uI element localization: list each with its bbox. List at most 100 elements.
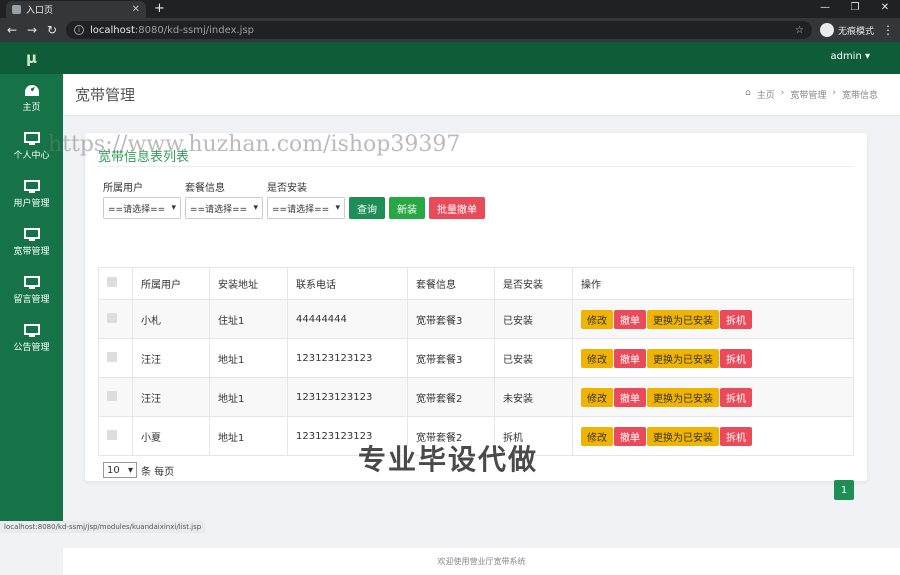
sidebar: μ 主页 个人中心 用户管理 宽带管理 留言管理 公告管理	[0, 42, 63, 533]
breadcrumb-broadband[interactable]: 宽带管理	[790, 88, 826, 101]
cancel-order-button[interactable]: 撤单	[614, 349, 646, 368]
window-controls: — ❐ ✕	[810, 0, 900, 16]
chevron-down-icon: ▾	[128, 465, 133, 476]
monitor-icon	[24, 276, 40, 289]
browser-tab[interactable]: 入口页 ✕	[6, 1, 146, 18]
data-table: 所属用户 安装地址 联系电话 套餐信息 是否安装 操作 小札 住址1 44444…	[98, 267, 854, 456]
restore-icon[interactable]: ❐	[840, 0, 870, 16]
edit-button[interactable]: 修改	[581, 427, 613, 446]
cell-plan: 宽带套餐2	[408, 378, 495, 417]
info-icon[interactable]: i	[74, 25, 84, 35]
page-1-button[interactable]: 1	[834, 480, 854, 500]
set-installed-button[interactable]: 更换为已安装	[647, 427, 719, 446]
page-size-select[interactable]: 10▾	[103, 462, 137, 478]
sidebar-item-home[interactable]: 主页	[0, 74, 63, 122]
favicon-icon	[12, 5, 21, 14]
cell-plan: 宽带套餐3	[408, 300, 495, 339]
row-checkbox[interactable]	[107, 313, 117, 323]
cell-phone: 123123123123	[288, 339, 408, 378]
row-checkbox[interactable]	[107, 430, 117, 440]
footer: 欢迎使用营业厅宽带系统	[63, 548, 900, 575]
sidebar-item-notices[interactable]: 公告管理	[0, 314, 63, 362]
cancel-order-button[interactable]: 撤单	[614, 388, 646, 407]
sidebar-item-users[interactable]: 用户管理	[0, 170, 63, 218]
col-plan: 套餐信息	[408, 268, 495, 300]
cell-address: 地址1	[210, 339, 288, 378]
select-all-checkbox[interactable]	[107, 277, 117, 287]
list-card: 宽带信息表列表 所属用户 ==请选择==▾ 套餐信息 ==请选择==▾ 是否安装…	[85, 133, 867, 481]
filter-select-installed[interactable]: ==请选择==▾	[267, 197, 345, 219]
table-row: 汪汪 地址1 123123123123 宽带套餐3 已安装 修改 撤单 更换为已…	[99, 339, 854, 378]
set-installed-button[interactable]: 更换为已安装	[647, 310, 719, 329]
new-tab-icon[interactable]: +	[154, 1, 165, 16]
bookmark-star-icon[interactable]: ☆	[795, 25, 804, 36]
edit-button[interactable]: 修改	[581, 310, 613, 329]
topbar: admin ▾	[63, 42, 900, 74]
sidebar-item-messages[interactable]: 留言管理	[0, 266, 63, 314]
page-size-label: 条 每页	[141, 463, 174, 478]
set-installed-button[interactable]: 更换为已安装	[647, 388, 719, 407]
cancel-order-button[interactable]: 撤单	[614, 427, 646, 446]
cell-user: 小札	[133, 300, 210, 339]
address-bar: ← → ↻ i localhost:8080/kd-ssmj/index.jsp…	[0, 18, 900, 42]
remove-button[interactable]: 拆机	[720, 388, 752, 407]
reload-icon[interactable]: ↻	[46, 23, 58, 37]
close-tab-icon[interactable]: ✕	[132, 4, 140, 15]
url-input[interactable]: i localhost:8080/kd-ssmj/index.jsp ☆	[66, 21, 812, 39]
divider	[98, 166, 854, 167]
incognito-indicator[interactable]: 无痕模式	[820, 23, 874, 37]
table-row: 汪汪 地址1 123123123123 宽带套餐2 未安装 修改 撤单 更换为已…	[99, 378, 854, 417]
remove-button[interactable]: 拆机	[720, 310, 752, 329]
col-status: 是否安装	[495, 268, 573, 300]
chevron-down-icon: ▾	[253, 203, 258, 213]
search-button[interactable]: 查询	[349, 197, 385, 219]
incognito-icon	[820, 23, 834, 37]
cancel-order-button[interactable]: 撤单	[614, 310, 646, 329]
cell-status: 已安装	[495, 339, 573, 378]
page-header: 宽带管理 ⌂ 主页 › 宽带管理 › 宽带信息	[63, 74, 900, 116]
tab-title: 入口页	[26, 3, 127, 16]
filter-bar: 所属用户 ==请选择==▾ 套餐信息 ==请选择==▾ 是否安装 ==请选择==…	[103, 179, 485, 219]
monitor-icon	[24, 228, 40, 241]
monitor-icon	[24, 132, 40, 145]
filter-select-plan[interactable]: ==请选择==▾	[185, 197, 263, 219]
cell-phone: 123123123123	[288, 378, 408, 417]
cell-phone: 44444444	[288, 300, 408, 339]
remove-button[interactable]: 拆机	[720, 427, 752, 446]
col-user: 所属用户	[133, 268, 210, 300]
row-checkbox[interactable]	[107, 391, 117, 401]
cell-plan: 宽带套餐3	[408, 339, 495, 378]
col-address: 安装地址	[210, 268, 288, 300]
breadcrumb-current: 宽带信息	[842, 88, 878, 101]
minimize-icon[interactable]: —	[810, 0, 840, 16]
batch-cancel-button[interactable]: 批量撤单	[429, 197, 485, 219]
sidebar-item-broadband[interactable]: 宽带管理	[0, 218, 63, 266]
dashboard-icon	[24, 84, 40, 97]
back-icon[interactable]: ←	[6, 23, 18, 37]
row-checkbox[interactable]	[107, 352, 117, 362]
cell-user: 汪汪	[133, 339, 210, 378]
remove-button[interactable]: 拆机	[720, 349, 752, 368]
cell-address: 地址1	[210, 378, 288, 417]
set-installed-button[interactable]: 更换为已安装	[647, 349, 719, 368]
cell-status: 已安装	[495, 300, 573, 339]
monitor-icon	[24, 180, 40, 193]
promo-overlay: 专业毕设代做	[358, 438, 538, 478]
forward-icon[interactable]: →	[26, 23, 38, 37]
edit-button[interactable]: 修改	[581, 388, 613, 407]
user-menu[interactable]: admin ▾	[830, 51, 870, 62]
add-button[interactable]: 新装	[389, 197, 425, 219]
filter-label-installed: 是否安装	[267, 179, 345, 194]
close-window-icon[interactable]: ✕	[870, 0, 900, 16]
cell-user: 小夏	[133, 417, 210, 456]
filter-label-user: 所属用户	[103, 179, 181, 194]
page-size-control: 10▾ 条 每页	[103, 462, 174, 478]
chevron-down-icon: ▾	[335, 203, 340, 213]
breadcrumb: ⌂ 主页 › 宽带管理 › 宽带信息	[745, 88, 878, 101]
breadcrumb-home[interactable]: 主页	[757, 88, 775, 101]
page-title: 宽带管理	[75, 84, 135, 105]
browser-menu-icon[interactable]: ⋮	[882, 23, 894, 37]
filter-select-user[interactable]: ==请选择==▾	[103, 197, 181, 219]
edit-button[interactable]: 修改	[581, 349, 613, 368]
watermark-text: https://www.huzhan.com/ishop39397	[48, 132, 460, 157]
